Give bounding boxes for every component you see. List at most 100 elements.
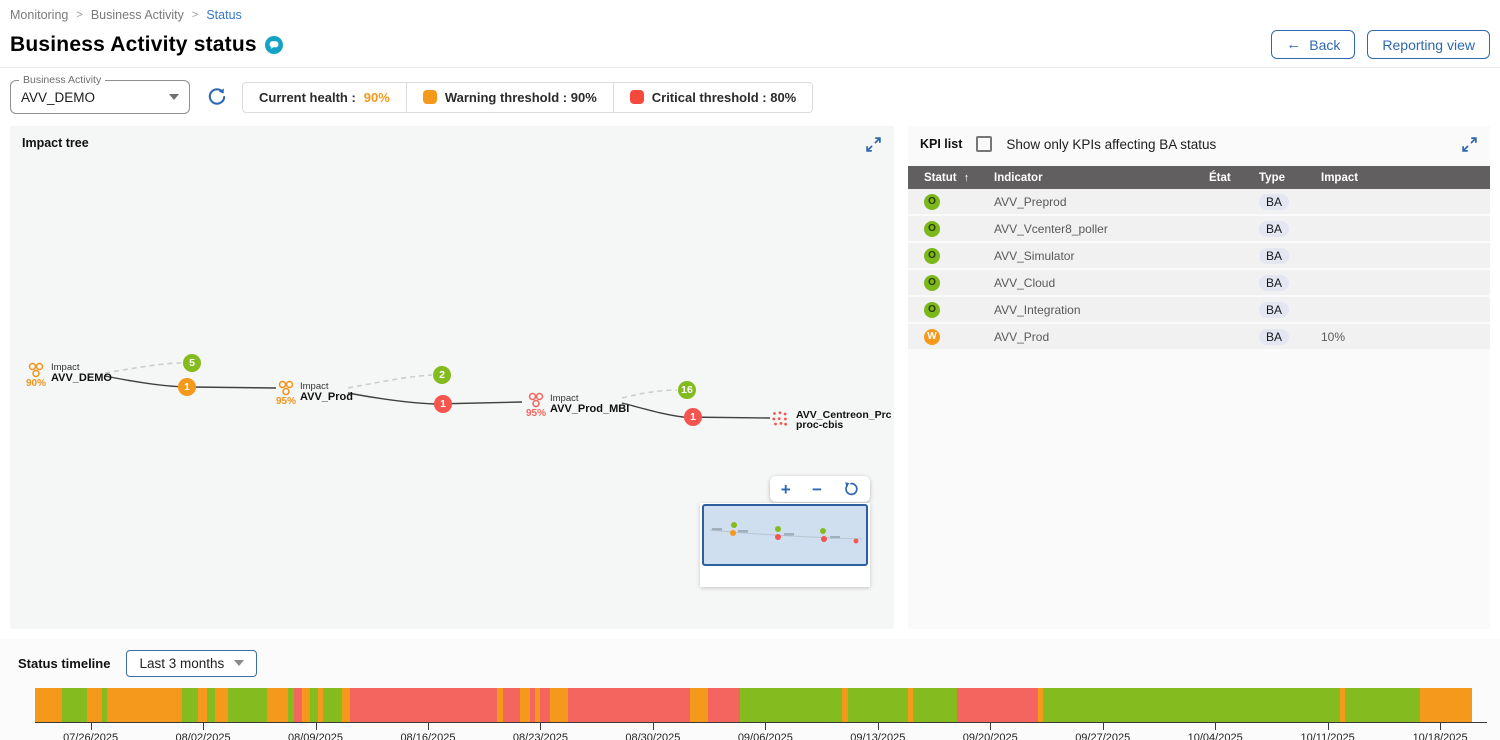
timeline-segment-green[interactable] (1043, 688, 1340, 722)
reporting-view-button[interactable]: Reporting view (1367, 30, 1490, 59)
column-impact[interactable]: Impact (1321, 172, 1490, 184)
axis-date-label: 08/02/2025 (176, 732, 231, 740)
expand-icon[interactable] (1461, 136, 1478, 153)
timeline-segment-orange[interactable] (35, 688, 62, 722)
kpi-indicator: AVV_Preprod (994, 195, 1209, 209)
axis-tick (1215, 723, 1216, 730)
status-timeline-bar[interactable] (35, 688, 1472, 722)
timeline-segment-green[interactable] (62, 688, 87, 722)
timeline-segment-red[interactable] (350, 688, 497, 722)
back-button[interactable]: ← Back (1271, 30, 1355, 59)
service-dots-icon[interactable] (772, 411, 788, 427)
reset-zoom-icon[interactable] (843, 481, 859, 497)
breadcrumb-business-activity[interactable]: Business Activity (91, 8, 184, 22)
type-chip: BA (1259, 221, 1289, 237)
timeline-segment-red[interactable] (568, 688, 690, 722)
timeline-segment-orange[interactable] (690, 688, 708, 722)
axis-date-label: 09/06/2025 (738, 732, 793, 740)
ba-node-icon[interactable] (278, 380, 294, 396)
timeline-range-select[interactable]: Last 3 months (126, 650, 257, 677)
ba-node-icon[interactable] (528, 392, 544, 408)
axis-date-label: 07/26/2025 (63, 732, 118, 740)
breadcrumb-status[interactable]: Status (206, 8, 241, 22)
type-chip: BA (1259, 194, 1289, 210)
kpi-row[interactable]: OAVV_IntegrationBA (908, 297, 1490, 324)
axis-date-label: 10/18/2025 (1413, 732, 1468, 740)
node-name[interactable]: AVV_DEMO (51, 372, 112, 384)
kpi-list-title: KPI list (920, 137, 962, 151)
kpi-count-badge[interactable]: 1 (434, 395, 452, 413)
column-statut[interactable]: Statut ↑ (924, 172, 994, 184)
comment-icon[interactable] (265, 36, 283, 54)
node-name[interactable]: AVV_Prod (300, 391, 353, 403)
tree-minimap (700, 503, 870, 587)
timeline-segment-green[interactable] (228, 688, 267, 722)
timeline-segment-orange[interactable] (1420, 688, 1472, 722)
axis-tick (653, 723, 654, 730)
kpi-filter-label[interactable]: Show only KPIs affecting BA status (1006, 137, 1216, 152)
timeline-segment-green[interactable] (207, 688, 215, 722)
tree-zoom-controls: + − (770, 476, 870, 502)
axis-date-label: 09/13/2025 (850, 732, 905, 740)
axis-tick (1328, 723, 1329, 730)
timeline-segment-orange[interactable] (107, 688, 182, 722)
zoom-out-button[interactable]: − (812, 481, 822, 498)
axis-date-label: 09/27/2025 (1075, 732, 1130, 740)
kpi-row[interactable]: OAVV_SimulatorBA (908, 243, 1490, 270)
kpi-count-badge[interactable]: 16 (678, 381, 696, 399)
timeline-segment-orange[interactable] (342, 688, 350, 722)
timeline-segment-orange[interactable] (215, 688, 228, 722)
kpi-row[interactable]: WAVV_ProdBA10% (908, 324, 1490, 351)
node-name[interactable]: AVV_Prod_MBI (550, 403, 629, 415)
critical-square-icon (630, 90, 644, 104)
status-badge: O (924, 302, 940, 318)
timeline-segment-orange[interactable] (87, 688, 102, 722)
timeline-segment-red[interactable] (957, 688, 1038, 722)
breadcrumb-separator: > (76, 9, 82, 21)
timeline-segment-orange[interactable] (267, 688, 288, 722)
timeline-segment-green[interactable] (182, 688, 198, 722)
ba-node-icon[interactable] (28, 362, 44, 378)
impact-tree-panel: Impact tree (10, 126, 894, 629)
column-type[interactable]: Type (1259, 172, 1321, 184)
timeline-segment-orange[interactable] (550, 688, 568, 722)
refresh-icon[interactable] (206, 86, 228, 108)
impact-tree-canvas[interactable]: 90% Impact AVV_DEMO 95% Impact AVV_Prod (10, 126, 894, 629)
breadcrumb-monitoring[interactable]: Monitoring (10, 8, 68, 22)
kpi-count-badge[interactable]: 2 (433, 366, 451, 384)
kpi-table: Statut ↑ Indicator État Type Impact OAVV… (908, 166, 1490, 351)
zoom-in-button[interactable]: + (781, 481, 791, 498)
timeline-segment-green[interactable] (310, 688, 318, 722)
timeline-segment-red[interactable] (294, 688, 302, 722)
column-etat[interactable]: État (1209, 172, 1259, 184)
column-indicator[interactable]: Indicator (994, 172, 1209, 184)
kpi-indicator: AVV_Vcenter8_poller (994, 222, 1209, 236)
kpi-row[interactable]: OAVV_CloudBA (908, 270, 1490, 297)
status-badge: O (924, 248, 940, 264)
timeline-segment-red[interactable] (708, 688, 740, 722)
minimap-viewport[interactable] (702, 504, 868, 566)
business-activity-select[interactable]: Business Activity AVV_DEMO (10, 80, 190, 114)
kpi-row[interactable]: OAVV_PreprodBA (908, 189, 1490, 216)
kpi-row[interactable]: O AVV_Vcenter8_poller BA (908, 216, 1490, 243)
timeline-segment-green[interactable] (913, 688, 957, 722)
kpi-count-badge[interactable]: 1 (684, 408, 702, 426)
kpi-count-badge[interactable]: 1 (178, 378, 196, 396)
breadcrumb-separator: > (192, 9, 198, 21)
axis-date-label: 08/16/2025 (400, 732, 455, 740)
timeline-segment-green[interactable] (740, 688, 842, 722)
timeline-segment-green[interactable] (848, 688, 908, 722)
status-badge: O (924, 221, 940, 237)
timeline-segment-red[interactable] (540, 688, 550, 722)
show-only-kpis-checkbox[interactable] (976, 136, 992, 152)
timeline-segment-red[interactable] (503, 688, 520, 722)
timeline-segment-orange[interactable] (520, 688, 530, 722)
status-timeline-section: Status timeline Last 3 months 07/26/2025… (0, 639, 1500, 740)
timeline-segment-orange[interactable] (198, 688, 207, 722)
axis-tick (878, 723, 879, 730)
timeline-segment-green[interactable] (1345, 688, 1420, 722)
kpi-count-badge[interactable]: 5 (183, 354, 201, 372)
timeline-segment-green[interactable] (323, 688, 342, 722)
timeline-segment-orange[interactable] (302, 688, 310, 722)
kpi-indicator: AVV_Prod (994, 330, 1209, 344)
